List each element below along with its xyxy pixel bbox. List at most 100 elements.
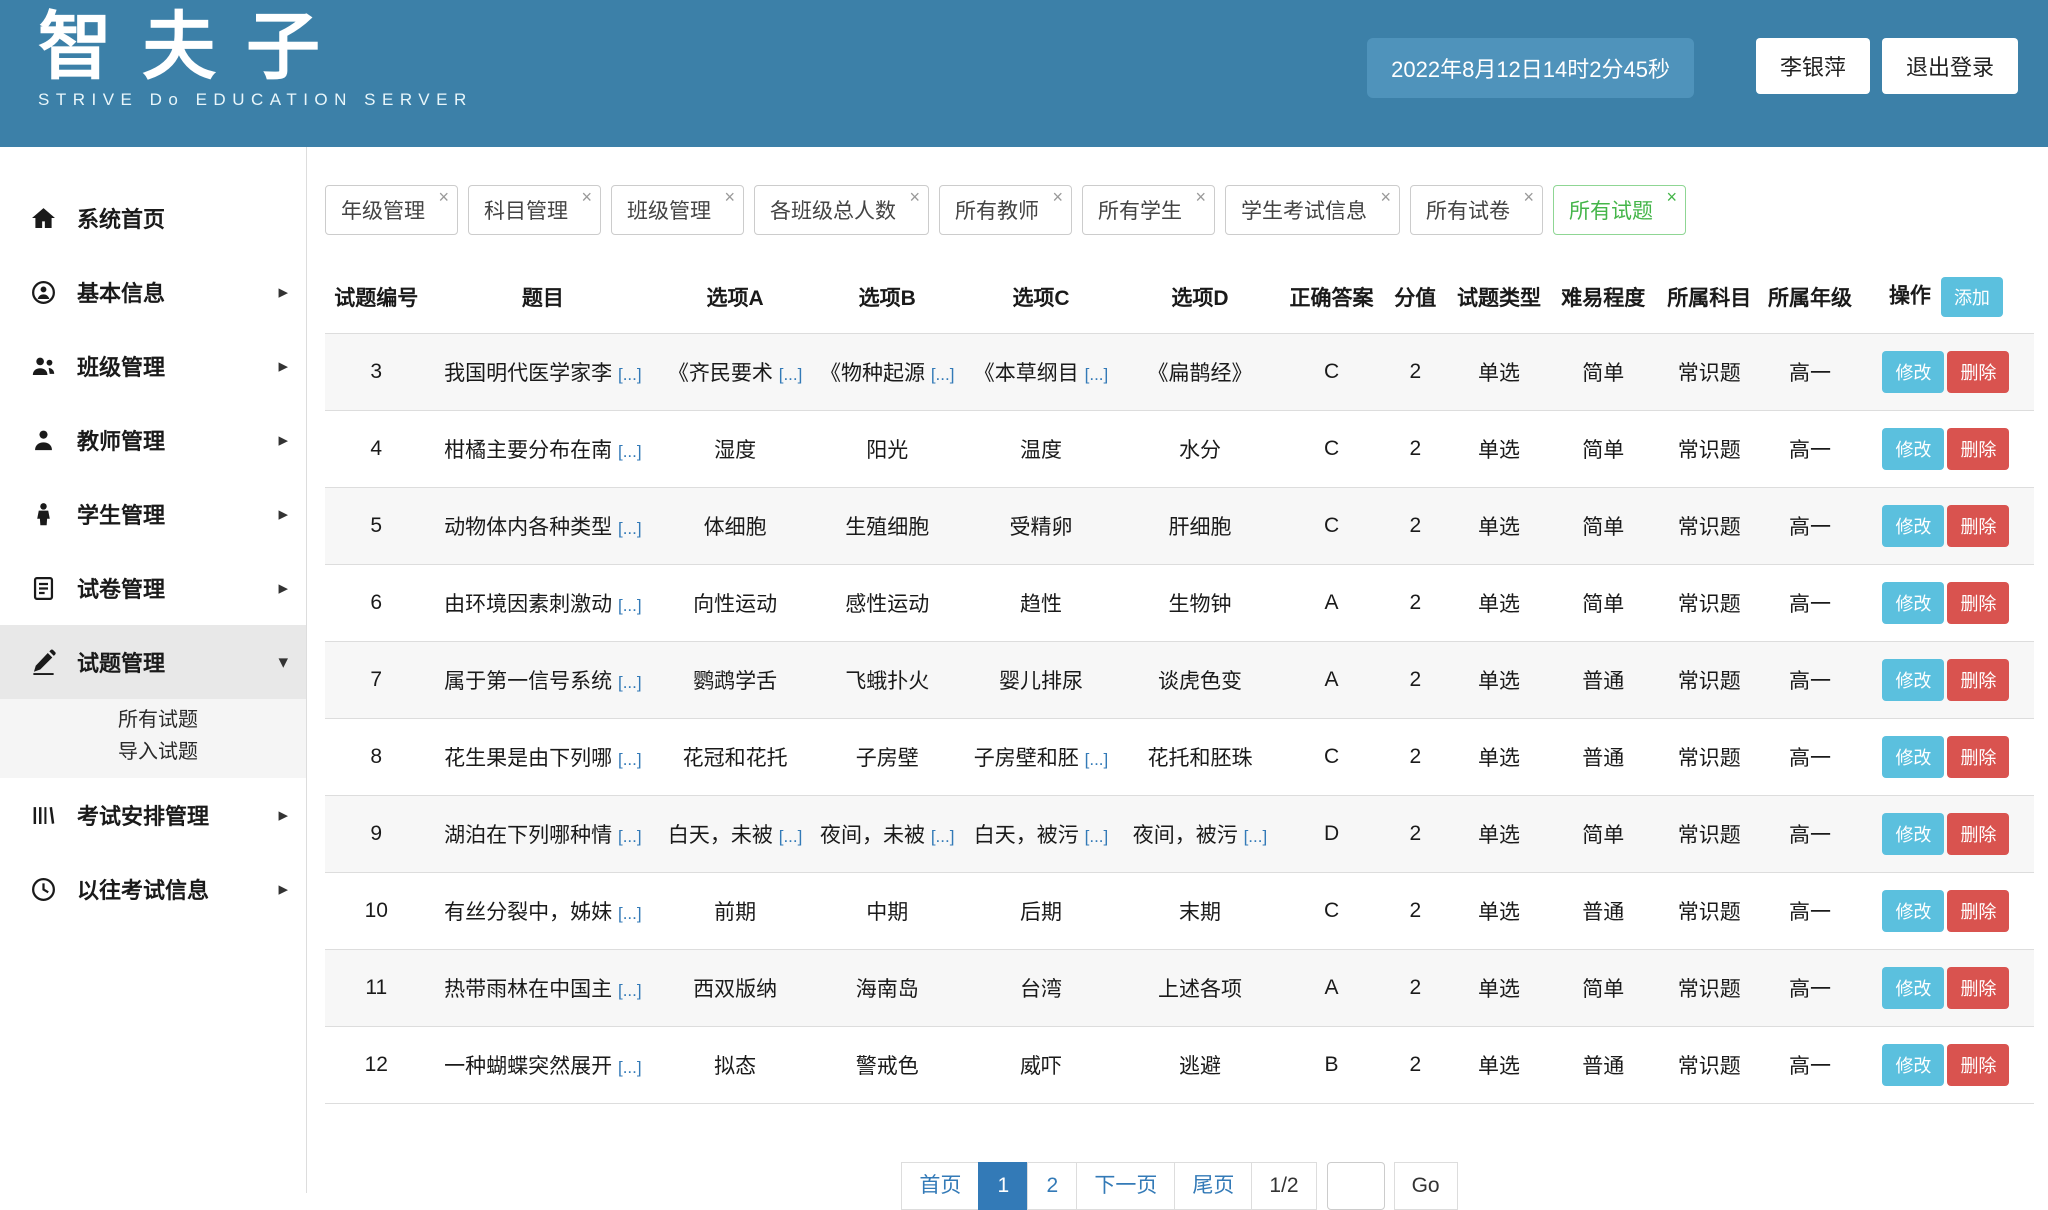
tab-3[interactable]: 班级管理× (611, 185, 744, 235)
score: 2 (1383, 488, 1448, 565)
delete-button[interactable]: 删除 (1947, 505, 2009, 547)
difficulty: 普通 (1550, 642, 1656, 719)
delete-button[interactable]: 删除 (1947, 351, 2009, 393)
expand-link[interactable]: [...] (779, 827, 803, 846)
tab-5[interactable]: 所有教师× (939, 185, 1072, 235)
row-actions: 修改删除 (1858, 719, 2034, 796)
expand-link[interactable]: [...] (1085, 365, 1109, 384)
logout-button[interactable]: 退出登录 (1882, 38, 2018, 94)
expand-link[interactable]: [...] (1085, 750, 1109, 769)
expand-link[interactable]: [...] (618, 596, 642, 615)
sidebar-item-7[interactable]: 试题管理▾ (0, 625, 306, 699)
option-A: 白天，未被 [...] (658, 796, 812, 873)
expand-link[interactable]: [...] (618, 519, 642, 538)
tab-7[interactable]: 学生考试信息× (1225, 185, 1400, 235)
sidebar-item-3[interactable]: 班级管理▸ (0, 329, 306, 403)
goto-page-input[interactable] (1327, 1162, 1385, 1210)
question-type: 单选 (1448, 873, 1551, 950)
column-header: 难易程度 (1550, 261, 1656, 334)
delete-button[interactable]: 删除 (1947, 428, 2009, 470)
page-last-button[interactable]: 尾页 (1174, 1162, 1252, 1210)
sidebar-item-label: 以往考试信息 (77, 873, 278, 905)
sidebar-item-8[interactable]: 考试安排管理▸ (0, 778, 306, 852)
expand-link[interactable]: [...] (618, 827, 642, 846)
expand-link[interactable]: [...] (618, 1058, 642, 1077)
page-button-1[interactable]: 1 (978, 1162, 1028, 1210)
expand-link[interactable]: [...] (618, 904, 642, 923)
expand-link[interactable]: [...] (1244, 827, 1268, 846)
question-type: 单选 (1448, 642, 1551, 719)
close-icon[interactable]: × (1666, 188, 1677, 206)
delete-button[interactable]: 删除 (1947, 967, 2009, 1009)
score: 2 (1383, 719, 1448, 796)
difficulty: 简单 (1550, 950, 1656, 1027)
expand-link[interactable]: [...] (779, 365, 803, 384)
tab-1[interactable]: 年级管理× (325, 185, 458, 235)
page-next-button[interactable]: 下一页 (1076, 1162, 1175, 1210)
edit-button[interactable]: 修改 (1882, 351, 1944, 393)
expand-link[interactable]: [...] (618, 442, 642, 461)
expand-link[interactable]: [...] (931, 365, 955, 384)
close-icon[interactable]: × (724, 188, 735, 206)
expand-link[interactable]: [...] (1085, 827, 1109, 846)
edit-button[interactable]: 修改 (1882, 582, 1944, 624)
tab-2[interactable]: 科目管理× (468, 185, 601, 235)
page-first-button[interactable]: 首页 (901, 1162, 979, 1210)
delete-button[interactable]: 删除 (1947, 582, 2009, 624)
correct-answer: D (1280, 796, 1383, 873)
question-row: 12一种蝴蝶突然展开 [...]拟态警戒色威吓逃避B2单选普通常识题高一修改删除 (325, 1027, 2034, 1104)
sidebar-item-5[interactable]: 学生管理▸ (0, 477, 306, 551)
expand-link[interactable]: [...] (618, 365, 642, 384)
sidebar-item-1[interactable]: 系统首页 (0, 181, 306, 255)
sidebar-item-4[interactable]: 教师管理▸ (0, 403, 306, 477)
student-icon (30, 501, 57, 528)
close-icon[interactable]: × (909, 188, 920, 206)
tab-9[interactable]: 所有试题× (1553, 185, 1686, 235)
tab-label: 所有学生 (1098, 200, 1182, 223)
add-button[interactable]: 添加 (1941, 277, 2003, 317)
close-icon[interactable]: × (1195, 188, 1206, 206)
option-A: 鹦鹉学舌 (658, 642, 812, 719)
sidebar-subitem[interactable]: 所有试题 (0, 704, 306, 736)
delete-button[interactable]: 删除 (1947, 659, 2009, 701)
tab-8[interactable]: 所有试卷 × (1410, 185, 1543, 235)
sidebar-item-9[interactable]: 以往考试信息▸ (0, 852, 306, 926)
delete-button[interactable]: 删除 (1947, 1044, 2009, 1086)
edit-button[interactable]: 修改 (1882, 736, 1944, 778)
datetime-badge: 2022年8月12日14时2分45秒 (1367, 38, 1694, 98)
edit-button[interactable]: 修改 (1882, 505, 1944, 547)
delete-button[interactable]: 删除 (1947, 736, 2009, 778)
edit-button[interactable]: 修改 (1882, 890, 1944, 932)
go-button[interactable]: Go (1394, 1162, 1458, 1210)
tab-4[interactable]: 各班级总人数× (754, 185, 929, 235)
option-D: 花托和胚珠 (1120, 719, 1281, 796)
question-type: 单选 (1448, 950, 1551, 1027)
expand-link[interactable]: [...] (618, 750, 642, 769)
close-icon[interactable]: × (1523, 188, 1534, 206)
page-indicator: 1/2 (1251, 1162, 1316, 1210)
edit-button[interactable]: 修改 (1882, 428, 1944, 470)
header-actions: 2022年8月12日14时2分45秒 李银萍 退出登录 (1367, 0, 2048, 147)
close-icon[interactable]: × (1380, 188, 1391, 206)
sidebar-subitem[interactable]: 导入试题 (0, 736, 306, 768)
sidebar-item-label: 考试安排管理 (77, 799, 278, 831)
expand-link[interactable]: [...] (618, 673, 642, 692)
delete-button[interactable]: 删除 (1947, 890, 2009, 932)
expand-link[interactable]: [...] (618, 981, 642, 1000)
sidebar-item-6[interactable]: 试卷管理▸ (0, 551, 306, 625)
delete-button[interactable]: 删除 (1947, 813, 2009, 855)
difficulty: 简单 (1550, 488, 1656, 565)
tab-label: 所有试卷 (1426, 200, 1510, 223)
close-icon[interactable]: × (438, 188, 449, 206)
tab-6[interactable]: 所有学生 × (1082, 185, 1215, 235)
expand-link[interactable]: [...] (931, 827, 955, 846)
sidebar-item-2[interactable]: 基本信息▸ (0, 255, 306, 329)
page-button-2[interactable]: 2 (1027, 1162, 1077, 1210)
user-button[interactable]: 李银萍 (1756, 38, 1870, 94)
close-icon[interactable]: × (1052, 188, 1063, 206)
close-icon[interactable]: × (581, 188, 592, 206)
edit-button[interactable]: 修改 (1882, 967, 1944, 1009)
edit-button[interactable]: 修改 (1882, 659, 1944, 701)
edit-button[interactable]: 修改 (1882, 813, 1944, 855)
edit-button[interactable]: 修改 (1882, 1044, 1944, 1086)
